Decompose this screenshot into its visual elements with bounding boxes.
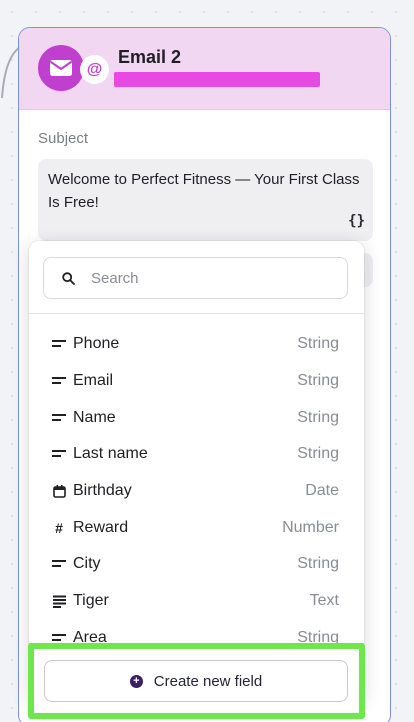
field-type: String [297, 555, 339, 573]
variable-braces-icon[interactable]: {} [348, 210, 365, 233]
plus-circle-icon: + [129, 674, 143, 688]
field-type: Date [305, 482, 339, 500]
field-name: Phone [73, 335, 120, 353]
search-input[interactable] [91, 269, 331, 287]
redacted-subtitle [114, 72, 320, 87]
envelope-icon [38, 45, 84, 91]
field-type: String [297, 408, 339, 426]
field-name: Birthday [73, 482, 132, 500]
hash-icon: # [55, 519, 63, 536]
field-list: Phone String Email String Name String La… [29, 326, 364, 656]
field-picker-dropdown: Phone String Email String Name String La… [29, 241, 364, 701]
field-item-city[interactable]: City String [29, 546, 364, 583]
field-item-phone[interactable]: Phone String [29, 326, 364, 363]
field-name: Email [73, 372, 114, 390]
paragraph-icon [52, 594, 66, 608]
field-item-email[interactable]: Email String [29, 363, 364, 400]
field-type: Number [282, 518, 339, 536]
subject-label: Subject [38, 130, 89, 147]
at-sign-icon: @ [80, 55, 109, 84]
field-name: Name [73, 408, 116, 426]
field-name: City [73, 555, 101, 573]
search-box[interactable] [43, 257, 348, 299]
text-lines-icon [52, 447, 66, 461]
create-new-field-label: Create new field [153, 672, 263, 690]
divider [29, 313, 364, 314]
field-type: String [297, 335, 339, 353]
search-icon [62, 271, 75, 285]
subject-text: Welcome to Perfect Fitness — Your First … [48, 171, 360, 211]
text-lines-icon [52, 557, 66, 571]
field-type: Text [309, 592, 339, 610]
text-lines-icon [52, 411, 66, 425]
field-name: Tiger [73, 592, 109, 610]
field-item-tiger[interactable]: Tiger Text [29, 583, 364, 620]
card-header: @ Email 2 [19, 28, 390, 110]
create-new-field-button[interactable]: + Create new field [44, 660, 348, 702]
text-lines-icon [52, 374, 66, 388]
field-item-last-name[interactable]: Last name String [29, 436, 364, 473]
field-item-name[interactable]: Name String [29, 399, 364, 436]
field-type: String [297, 372, 339, 390]
calendar-icon [52, 484, 66, 498]
field-name: Reward [73, 518, 129, 536]
node-title: Email 2 [118, 47, 182, 67]
field-item-reward[interactable]: # Reward Number [29, 509, 364, 546]
field-item-birthday[interactable]: Birthday Date [29, 473, 364, 510]
field-name: Last name [73, 445, 148, 463]
field-type: String [297, 445, 339, 463]
text-lines-icon [52, 337, 66, 351]
subject-field[interactable]: Welcome to Perfect Fitness — Your First … [38, 159, 373, 241]
